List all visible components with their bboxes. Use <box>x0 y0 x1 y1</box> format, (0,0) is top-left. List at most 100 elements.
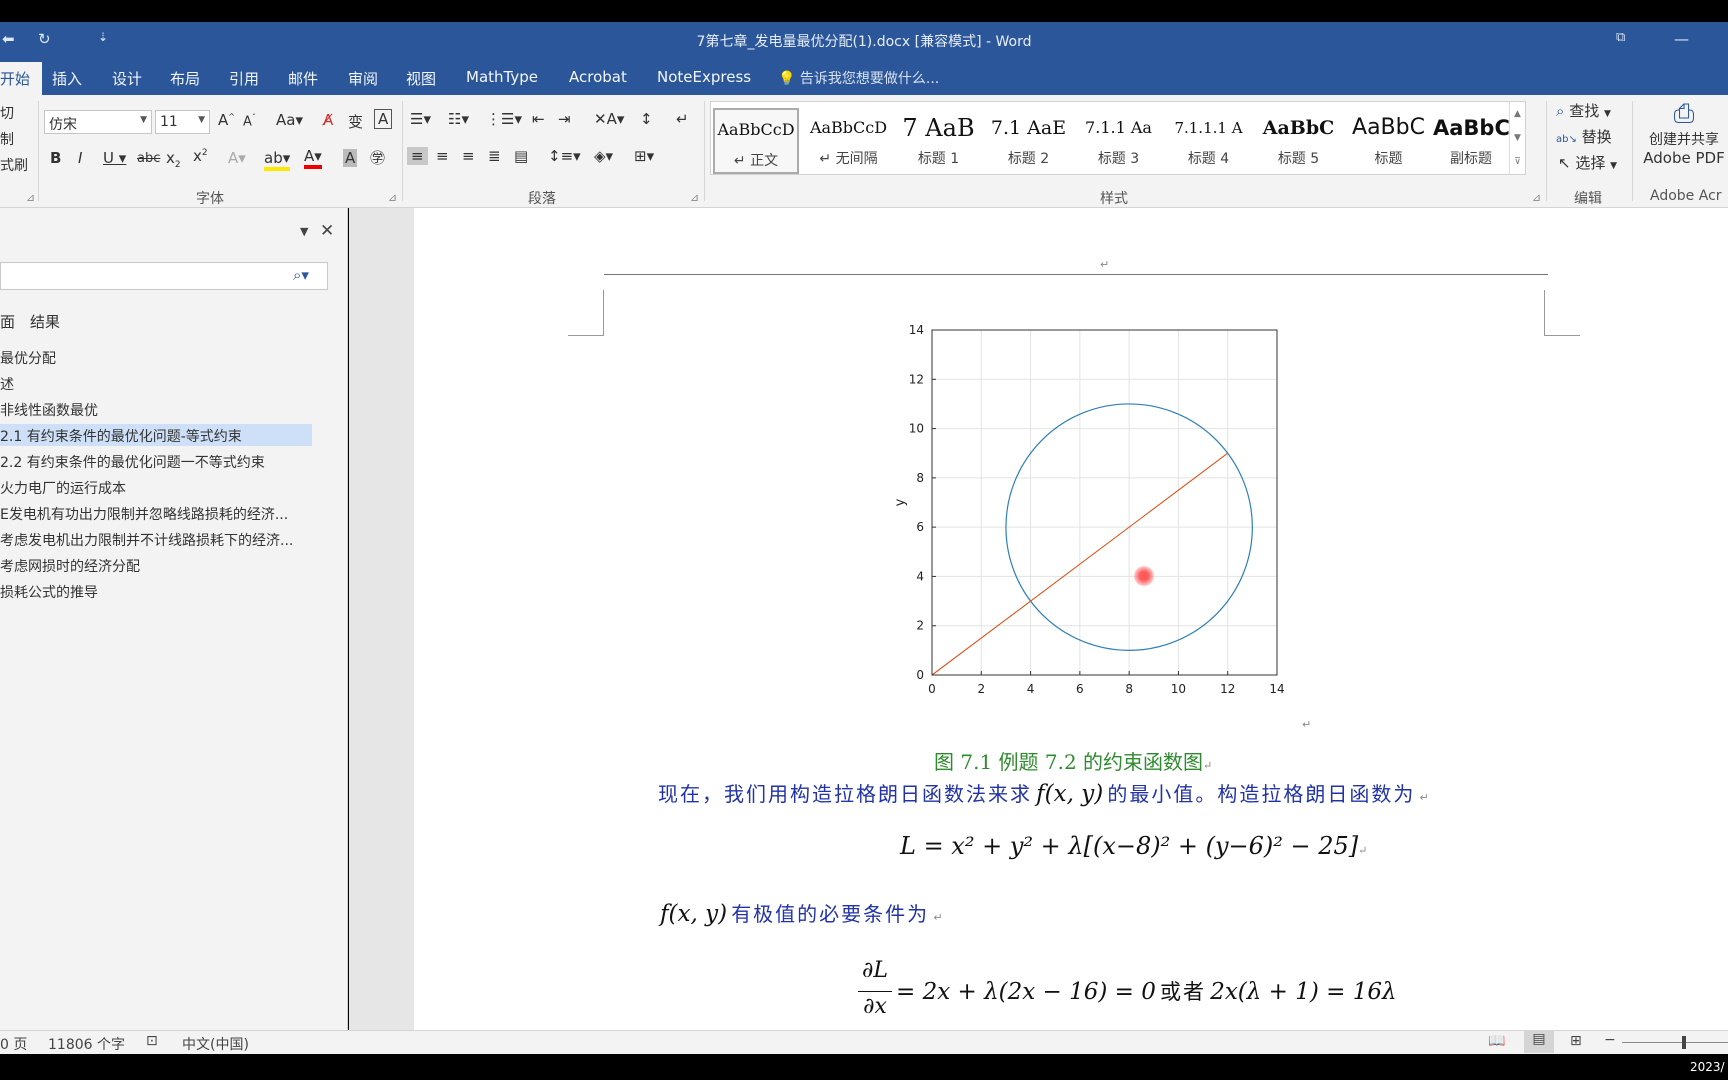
format-painter-button[interactable]: 式刷 <box>0 155 28 175</box>
minimize-icon[interactable]: — <box>1674 30 1689 48</box>
styles-launcher-icon[interactable]: ⊿ <box>1532 191 1541 204</box>
justify-icon[interactable]: ≣ <box>488 147 501 165</box>
underline-button[interactable]: U ▾ <box>103 149 126 167</box>
strikethrough-button[interactable]: abc <box>137 151 160 166</box>
print-layout-icon[interactable]: ▤ <box>1524 1031 1554 1053</box>
tab-review[interactable]: 审阅 <box>348 68 378 89</box>
phonetic-guide-icon[interactable]: 变 <box>348 111 363 132</box>
tab-references[interactable]: 引用 <box>229 68 259 89</box>
distributed-icon[interactable]: ▤ <box>514 147 528 165</box>
clear-formatting-icon[interactable]: A̸ <box>323 111 333 129</box>
nav-heading-item[interactable]: 2.2 有约束条件的最优化问题一不等式约束 <box>0 450 312 472</box>
word-count[interactable]: 11806 个字 <box>48 1034 125 1054</box>
shrink-font-icon[interactable]: Aˇ <box>243 113 256 129</box>
multilevel-list-icon[interactable]: ⋮☰▾ <box>486 110 522 128</box>
superscript-button[interactable]: x2 <box>193 147 208 165</box>
font-launcher-icon[interactable]: ⊿ <box>388 191 397 204</box>
close-icon[interactable]: ✕ <box>320 221 334 241</box>
align-center-icon[interactable]: ≡ <box>436 147 449 165</box>
tab-mathtype[interactable]: MathType <box>466 68 538 86</box>
bold-button[interactable]: B <box>50 149 61 167</box>
nav-heading-item[interactable]: 损耗公式的推导 <box>0 580 312 602</box>
clipboard-launcher-icon[interactable]: ⊿ <box>26 191 35 204</box>
nav-search-input[interactable]: ⌕▾ <box>0 262 328 290</box>
font-name-combo[interactable]: 仿宋 ▼ <box>44 110 152 134</box>
line-spacing-icon[interactable]: ↕≡▾ <box>548 147 581 165</box>
document-page[interactable]: ↵ 0246810121402468101214 x y ↵ 图 7.1 例题 … <box>414 208 1728 1030</box>
borders-icon[interactable]: ⊞▾ <box>634 147 654 165</box>
paragraph-launcher-icon[interactable]: ⊿ <box>690 191 699 204</box>
replace-button[interactable]: ab↘ 替换 <box>1556 126 1612 147</box>
style-heading-5[interactable]: AaBbC 标题 5 <box>1253 108 1344 174</box>
select-button[interactable]: ↖ 选择 ▼ <box>1558 152 1617 173</box>
nav-heading-item[interactable]: 考虑网损时的经济分配 <box>0 554 312 576</box>
gallery-scroll[interactable]: ▲ ▼ ⊽ <box>1509 102 1525 174</box>
text-effects-icon[interactable]: A▾ <box>228 149 246 167</box>
tab-view[interactable]: 视图 <box>406 68 436 89</box>
nav-heading-item[interactable]: 考虑发电机出力限制并不计线路损耗下的经济... <box>0 528 312 550</box>
style-normal[interactable]: AaBbCcD ↵ 正文 <box>713 108 799 174</box>
show-marks-icon[interactable]: ↵ <box>676 110 689 128</box>
tab-design[interactable]: 设计 <box>112 68 142 89</box>
enclose-characters-icon[interactable]: ㊫ <box>370 147 385 168</box>
nav-heading-item[interactable]: 非线性函数最优 <box>0 398 312 420</box>
subscript-button[interactable]: x2 <box>166 149 181 170</box>
zoom-slider[interactable] <box>1622 1042 1728 1043</box>
style-heading-3[interactable]: 7.1.1 Aa 标题 3 <box>1073 108 1164 174</box>
zoom-out-icon[interactable]: − <box>1604 1032 1616 1048</box>
style-no-spacing[interactable]: AaBbCcD ↵ 无间隔 <box>803 108 894 174</box>
zoom-slider-thumb[interactable] <box>1682 1036 1686 1049</box>
language-status[interactable]: 中文(中国) <box>182 1034 249 1054</box>
style-heading-1[interactable]: 7 AaB 标题 1 <box>893 108 984 174</box>
web-layout-icon[interactable]: ⊞ <box>1570 1033 1582 1049</box>
bullets-icon[interactable]: ☰▾ <box>410 110 431 128</box>
highlight-color-icon[interactable]: ab▾ <box>264 149 291 171</box>
tab-insert[interactable]: 插入 <box>52 68 82 89</box>
style-subtitle[interactable]: AaBbC 副标题 <box>1433 108 1509 174</box>
shading-icon[interactable]: ◈▾ <box>594 147 613 165</box>
align-right-icon[interactable]: ≡ <box>462 147 475 165</box>
tab-results[interactable]: 结果 <box>30 311 60 332</box>
tab-noteexpress[interactable]: NoteExpress <box>657 68 751 86</box>
numbering-icon[interactable]: ☷▾ <box>448 110 469 128</box>
change-case-icon[interactable]: Aa▾ <box>276 111 303 129</box>
pane-options-icon[interactable]: ▼ <box>300 225 308 238</box>
chinese-layout-icon[interactable]: ✕A▾ <box>594 110 624 128</box>
nav-heading-item[interactable]: E发电机有功出力限制并忽略线路损耗的经济... <box>0 502 312 524</box>
tab-acrobat[interactable]: Acrobat <box>569 68 627 86</box>
nav-heading-item[interactable]: 述 <box>0 372 312 394</box>
style-heading-4[interactable]: 7.1.1.1 A 标题 4 <box>1163 108 1254 174</box>
tell-me-box[interactable]: 💡 告诉我您想要做什么... <box>778 68 939 88</box>
font-color-icon[interactable]: A▾ <box>304 147 322 169</box>
gallery-up-icon[interactable]: ▲ <box>1510 102 1525 126</box>
gallery-down-icon[interactable]: ▼ <box>1510 126 1525 150</box>
search-icon[interactable]: ⌕▾ <box>293 266 309 284</box>
page-count[interactable]: 0 页 <box>0 1034 27 1054</box>
increase-indent-icon[interactable]: ⇥ <box>558 110 571 128</box>
nav-heading-item-selected[interactable]: 2.1 有约束条件的最优化问题-等式约束 <box>0 424 312 446</box>
tab-mailings[interactable]: 邮件 <box>288 68 318 89</box>
tab-layout[interactable]: 布局 <box>170 68 200 89</box>
decrease-indent-icon[interactable]: ⇤ <box>532 110 545 128</box>
create-adobe-pdf-button[interactable]: ⎙ 创建并共享 Adobe PDF <box>1640 99 1728 167</box>
style-title[interactable]: AaBbC 标题 <box>1343 108 1434 174</box>
gallery-more-icon[interactable]: ⊽ <box>1510 150 1525 174</box>
nav-heading-item[interactable]: 最优分配 <box>0 346 312 368</box>
font-size-combo[interactable]: 11 ▼ <box>155 110 210 134</box>
read-mode-icon[interactable]: 📖 <box>1488 1033 1505 1049</box>
ribbon-display-icon[interactable]: ⧉ <box>1616 30 1625 45</box>
sort-icon[interactable]: ↕ <box>640 110 653 128</box>
character-border-icon[interactable]: A <box>374 109 393 129</box>
tab-pages[interactable]: 面 <box>0 311 15 332</box>
align-left-icon[interactable]: ≡ <box>407 147 428 165</box>
italic-button[interactable]: I <box>78 149 82 167</box>
nav-heading-item[interactable]: 火力电厂的运行成本 <box>0 476 312 498</box>
tab-home[interactable]: 开始 <box>0 62 43 95</box>
character-shading-icon[interactable]: A <box>343 149 358 167</box>
style-heading-2[interactable]: 7.1 AaE 标题 2 <box>983 108 1074 174</box>
grow-font-icon[interactable]: A^ <box>218 111 235 129</box>
find-button[interactable]: ⌕ 查找 ▼ <box>1556 100 1611 121</box>
proofing-icon[interactable]: ⊡ <box>146 1033 158 1049</box>
copy-button[interactable]: 制 <box>0 129 14 149</box>
cut-button[interactable]: 切 <box>0 103 14 123</box>
